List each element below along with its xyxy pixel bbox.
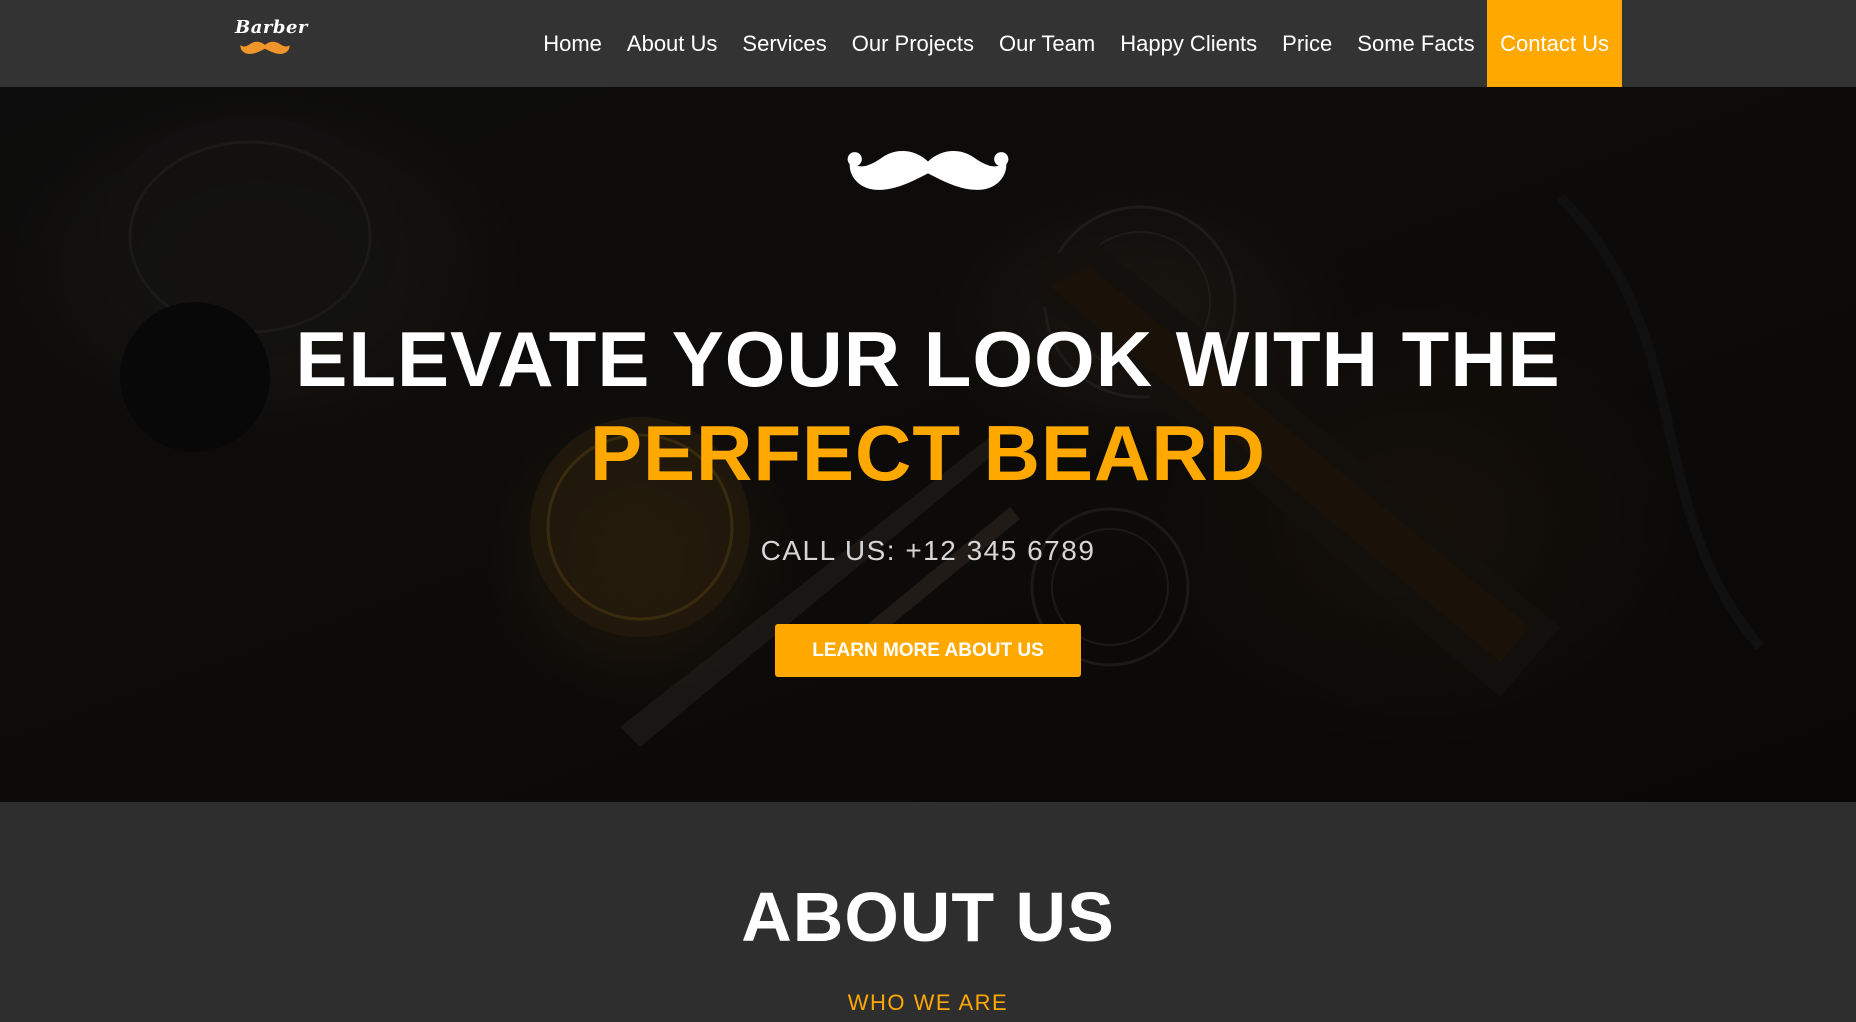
learn-more-button[interactable]: LEARN MORE ABOUT US [775, 624, 1081, 677]
logo-text: Barber [235, 17, 308, 38]
nav-item-some-facts[interactable]: Some Facts [1345, 0, 1487, 87]
mustache-icon [847, 150, 1009, 190]
mustache-icon [240, 41, 290, 54]
nav-item-our-projects[interactable]: Our Projects [839, 0, 986, 87]
hero-call-text: CALL US: +12 345 6789 [760, 535, 1096, 566]
nav-item-home[interactable]: Home [531, 0, 615, 87]
about-section: ABOUT US WHO WE ARE [0, 802, 1856, 1022]
nav-item-about-us[interactable]: About Us [614, 0, 730, 87]
hero-title: ELEVATE YOUR LOOK WITH THE PERFECT BEARD [0, 312, 1856, 500]
nav-item-our-team[interactable]: Our Team [987, 0, 1108, 87]
nav-item-happy-clients[interactable]: Happy Clients [1108, 0, 1270, 87]
hero-title-line1: ELEVATE YOUR LOOK WITH THE [295, 315, 1561, 403]
about-title: ABOUT US [741, 878, 1115, 956]
navbar: Barber Home About Us Services Our Projec… [0, 0, 1856, 87]
hero-title-highlight: PERFECT BEARD [589, 409, 1267, 497]
nav-menu: Home About Us Services Our Projects Our … [531, 0, 1622, 87]
about-subtitle: WHO WE ARE [847, 990, 1009, 1015]
nav-item-contact-us[interactable]: Contact Us [1487, 0, 1622, 87]
nav-item-price[interactable]: Price [1270, 0, 1345, 87]
hero-section: ELEVATE YOUR LOOK WITH THE PERFECT BEARD… [0, 87, 1856, 802]
logo[interactable]: Barber [233, 17, 307, 57]
nav-item-services[interactable]: Services [730, 0, 839, 87]
